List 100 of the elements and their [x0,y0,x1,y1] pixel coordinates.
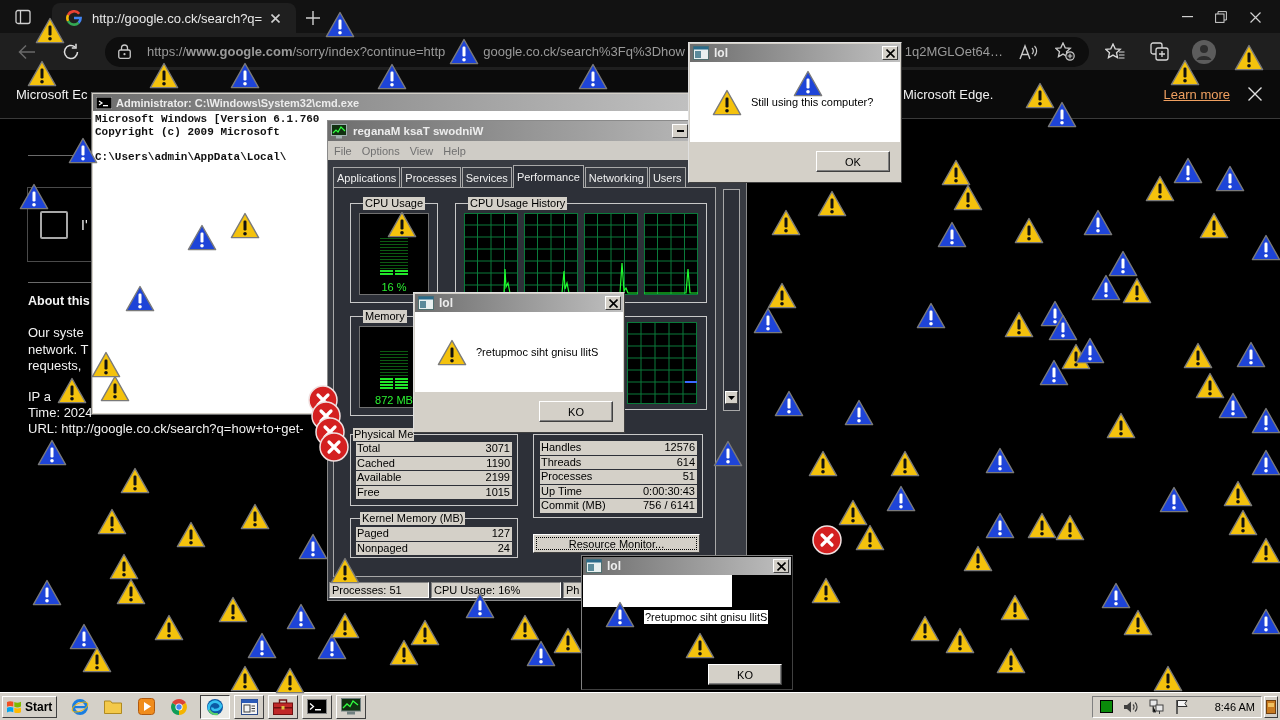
warning-icon [985,512,1015,539]
tab[interactable]: Applications [333,167,401,187]
warning-icon [230,212,260,239]
tab[interactable]: Performance [512,165,584,188]
scrollbar[interactable] [723,189,740,411]
close-icon [608,298,618,308]
flag-icon[interactable] [1175,699,1189,714]
warning-icon [176,521,206,548]
window-icon [240,698,258,715]
speaker-icon[interactable] [1123,699,1139,714]
warning-icon [1048,314,1078,341]
tab[interactable]: Users [648,167,686,187]
stat-label: Available [357,471,402,485]
warning-icon [1251,608,1280,635]
taskbar-button[interactable] [200,694,230,719]
scroll-down-button[interactable] [725,391,738,404]
warning-icon [1025,82,1055,109]
add-favorite-button[interactable] [1055,41,1075,62]
warning-icon [910,615,940,642]
site-favicon-icon [66,10,82,26]
minimize-icon [676,130,684,132]
warning-icon [298,533,328,560]
stat-label: Handles [541,441,582,455]
learn-more-link[interactable]: Learn more [1163,86,1230,102]
meter-reading: 16 % [381,281,407,293]
e-logo-icon [71,697,89,716]
warning-icon [685,632,715,659]
minimize-button[interactable] [672,124,688,138]
warning-icon [1101,582,1131,609]
warning-icon [1215,165,1245,192]
status-square-icon[interactable] [1100,700,1113,713]
warning-icon [1122,277,1152,304]
warning-icon [32,579,62,606]
warning-icon [187,224,217,251]
console-line: Microsoft Windows [Version 6.1.760 [95,113,320,126]
stat-value: 1190 [486,456,510,470]
close-button[interactable] [1248,87,1262,101]
clock[interactable]: 8:46 AM [1214,700,1255,713]
warning-icon [116,578,146,605]
close-icon [1248,87,1262,101]
warning-icon [838,499,868,526]
warning-icon [526,640,556,667]
warning-icon [1027,512,1057,539]
close-icon [885,48,895,58]
warning-icon [916,302,946,329]
warning-icon [1153,665,1183,692]
warning-icon [1123,609,1153,636]
warning-icon [963,545,993,572]
status-panel: CPU Usage: 16% [431,582,561,598]
app-window-icon [586,559,602,573]
warning-icon [510,614,540,641]
warning-icon [275,667,305,694]
warning-icon [154,614,184,641]
tab[interactable]: Services [461,167,512,187]
warning-icon [793,70,823,97]
folder-icon [104,699,122,714]
url-text: https://www.google.com/sorry/index?continue=http [147,44,446,59]
browser-tab[interactable]: http://google.co.ck/search?q= [52,3,296,33]
warning-icon [125,285,155,312]
warning-icon [1039,359,1069,386]
meter-reading: 872 MB [375,394,413,406]
url-text: 1q2MGLOet64… [904,44,1003,59]
network-icon[interactable] [1149,698,1165,715]
dialog-button[interactable]: KO [708,664,782,685]
resource-monitor-button[interactable]: Resource Monitor... [533,534,700,553]
warning-icon [771,209,801,236]
warning-icon [886,485,916,512]
down-arrow-icon [728,395,735,400]
refresh-icon [62,42,80,61]
start-button[interactable]: Start [2,695,57,718]
detail-line: URL: http://google.co.ck/search?q=how+to+get- [28,420,304,437]
warning-icon [941,159,971,186]
group-title: Kernel Memory (MB) [360,512,466,525]
window-title: reganaM ksaT swodniW [353,125,484,137]
warning-icon [330,557,360,584]
tab[interactable]: Processes [401,167,461,187]
warning-icon [389,639,419,666]
warning-icon [1218,392,1248,419]
app-window-icon [418,296,434,310]
stat-value: 614 [676,455,695,469]
tab[interactable]: Networking [584,167,648,187]
close-tab-button[interactable] [268,11,282,25]
stat-value: 1015 [485,485,510,499]
lock-icon [118,44,131,59]
dialog-button[interactable]: OK [816,151,890,172]
stat-label: Total [357,442,381,456]
warning-icon [953,184,983,211]
warning-icon [855,524,885,551]
minimize-icon [1181,16,1193,18]
warning-icon [1173,157,1203,184]
checkbox[interactable] [40,210,68,239]
warning-icon [1091,274,1121,301]
warning-icon [817,190,847,217]
warning-icon [1004,311,1034,338]
warning-icon [1195,372,1225,399]
show-desktop-button[interactable] [1264,695,1278,718]
group-title: Memory [363,310,407,323]
warning-icon [377,63,407,90]
warning-icon [774,390,804,417]
dialog-button[interactable]: KO [539,401,613,422]
